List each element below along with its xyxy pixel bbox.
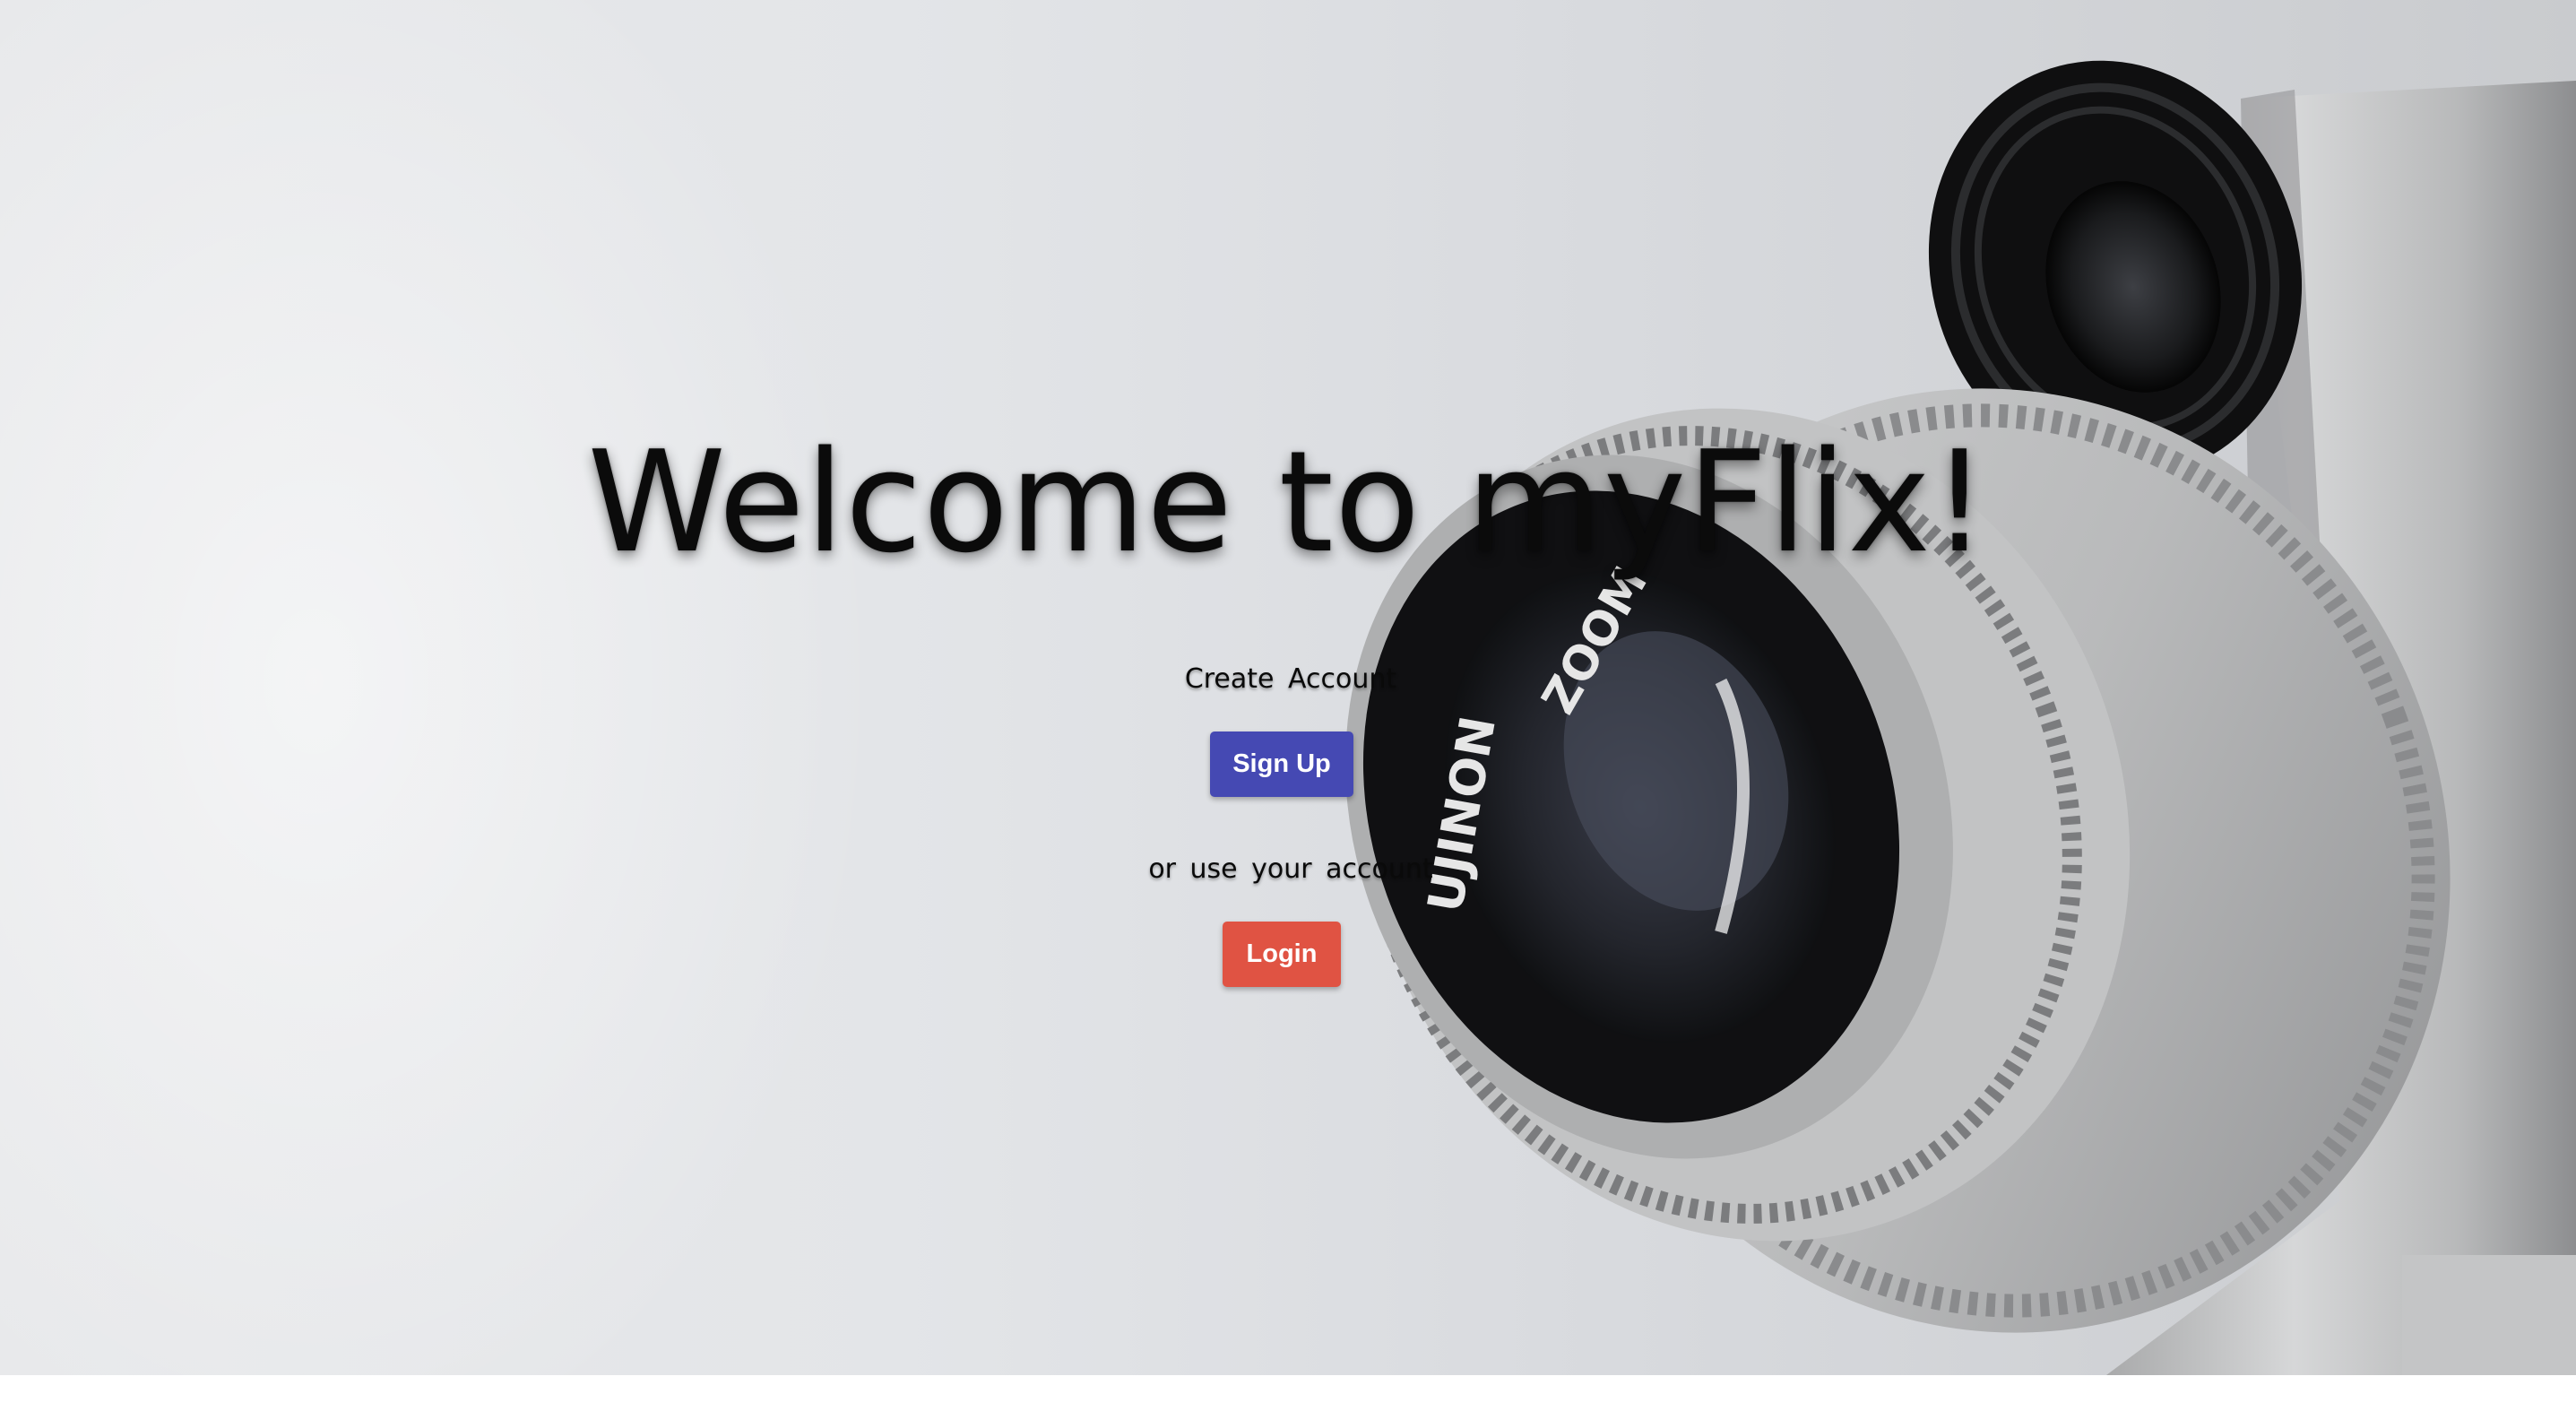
- sign-up-button[interactable]: Sign Up: [1210, 731, 1353, 797]
- footer-strip: [0, 1375, 2576, 1411]
- use-account-label: or use your account: [1148, 853, 1433, 885]
- hero-section: ZOOM UJINON Welcome to myFlix! Create Ac…: [0, 0, 2576, 1375]
- login-button[interactable]: Login: [1223, 922, 1341, 987]
- page-title: Welcome to myFlix!: [587, 420, 1989, 584]
- create-account-label: Create Account: [1184, 663, 1397, 695]
